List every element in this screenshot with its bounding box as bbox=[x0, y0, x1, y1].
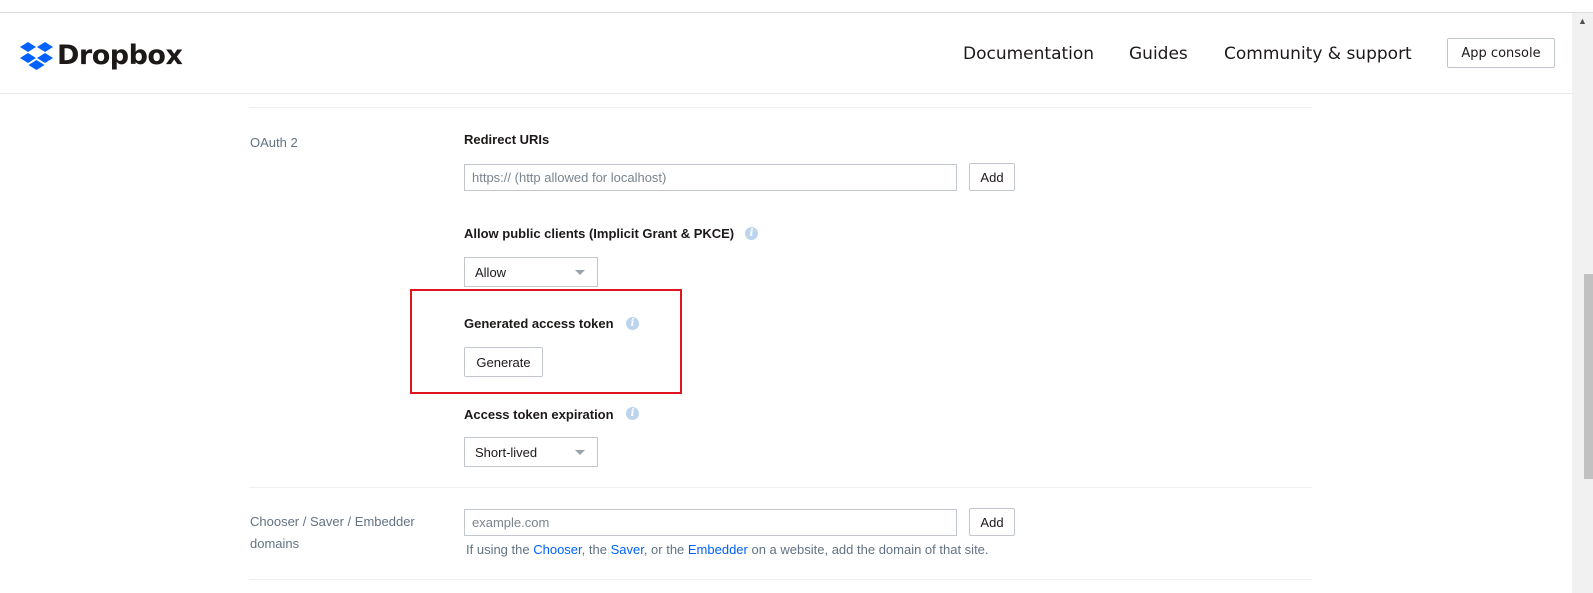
help-text-prefix: If using the bbox=[466, 542, 534, 557]
annotation-highlight-box bbox=[410, 289, 682, 394]
domains-section-label-line1: Chooser / Saver / Embedder bbox=[250, 514, 415, 529]
embedder-link[interactable]: Embedder bbox=[688, 542, 748, 557]
chevron-down-icon bbox=[575, 270, 585, 275]
public-clients-label: Allow public clients (Implicit Grant & P… bbox=[464, 226, 735, 241]
token-expiration-selected-value: Short-lived bbox=[475, 444, 538, 460]
dropbox-logo-icon bbox=[20, 41, 53, 70]
chooser-link[interactable]: Chooser bbox=[533, 542, 581, 557]
access-token-expiration-label: Access token expiration bbox=[464, 407, 614, 422]
domains-section-label-line2: domains bbox=[250, 536, 300, 551]
nav-guides[interactable]: Guides bbox=[1129, 44, 1188, 64]
brand-name: Dropbox bbox=[57, 40, 183, 71]
section-divider bbox=[249, 579, 1312, 580]
dropbox-logo[interactable]: Dropbox bbox=[20, 40, 183, 71]
domains-help-text: If using the Chooser, the Saver, or the … bbox=[466, 542, 989, 557]
token-expiration-select[interactable]: Short-lived bbox=[464, 437, 598, 467]
public-clients-selected-value: Allow bbox=[475, 264, 507, 280]
redirect-uris-label: Redirect URIs bbox=[464, 132, 550, 147]
saver-link[interactable]: Saver bbox=[611, 542, 644, 557]
scrollbar-thumb[interactable] bbox=[1584, 274, 1593, 479]
section-divider bbox=[249, 107, 1312, 108]
oauth-section-label: OAuth 2 bbox=[250, 135, 298, 150]
chevron-down-icon bbox=[575, 450, 585, 455]
info-icon[interactable]: i bbox=[626, 407, 639, 420]
add-domain-button[interactable]: Add bbox=[969, 508, 1015, 536]
app-console-button[interactable]: App console bbox=[1447, 38, 1555, 68]
browser-toolbar-strip bbox=[0, 0, 1593, 13]
section-divider bbox=[249, 487, 1312, 488]
nav-community-support[interactable]: Community & support bbox=[1224, 44, 1412, 64]
info-icon[interactable]: i bbox=[745, 227, 758, 240]
redirect-uri-input[interactable] bbox=[464, 164, 957, 191]
domains-section-label: Chooser / Saver / Embedder domains bbox=[250, 511, 415, 555]
help-text-separator: , the bbox=[581, 542, 611, 557]
add-redirect-uri-button[interactable]: Add bbox=[969, 163, 1015, 191]
scroll-up-arrow-icon[interactable]: ▲ bbox=[1578, 16, 1587, 26]
domain-input[interactable] bbox=[464, 509, 957, 536]
top-navbar: Dropbox Documentation Guides Community &… bbox=[0, 13, 1572, 94]
help-text-separator: , or the bbox=[643, 542, 688, 557]
public-clients-select[interactable]: Allow bbox=[464, 257, 598, 287]
help-text-suffix: on a website, add the domain of that sit… bbox=[747, 542, 989, 557]
nav-documentation[interactable]: Documentation bbox=[963, 44, 1094, 64]
